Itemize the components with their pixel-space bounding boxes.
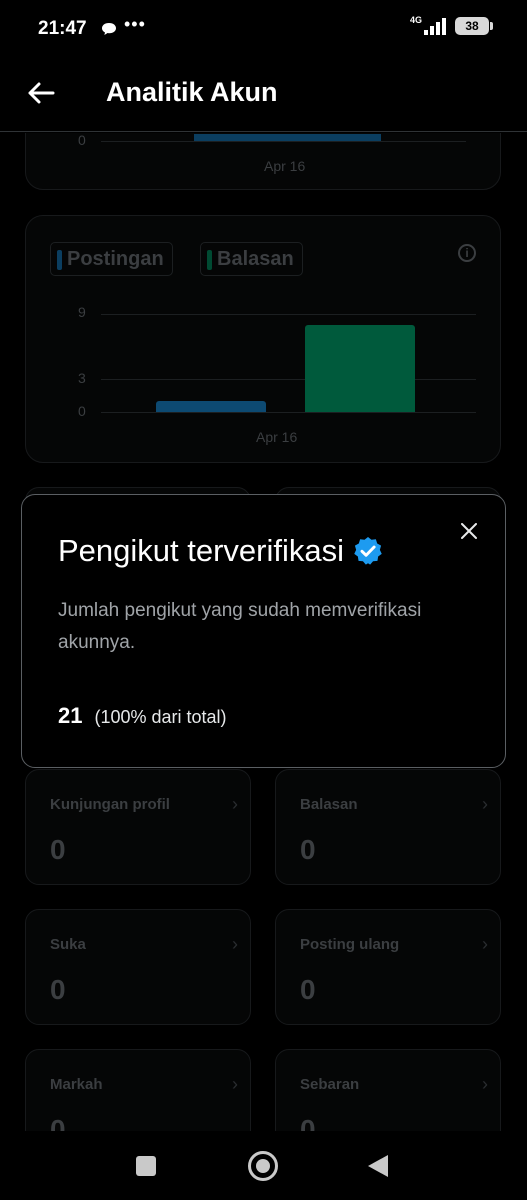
legend-swatch [207, 250, 212, 270]
dialog-title: Pengikut terverifikasi [58, 533, 345, 568]
metric-card-suka[interactable]: Suka › 0 [25, 909, 251, 1025]
signal-icon [424, 18, 446, 35]
verified-followers-stat: 21 (100% dari total) [58, 703, 227, 729]
info-icon[interactable]: i [458, 244, 476, 262]
metric-value: 0 [50, 834, 66, 865]
chart-bar [194, 134, 381, 141]
close-button[interactable] [457, 519, 481, 543]
y-tick-label: 0 [78, 403, 86, 419]
recents-icon[interactable] [136, 1156, 156, 1176]
y-tick-label: 0 [78, 133, 86, 148]
metric-label: Sebaran [300, 1076, 360, 1093]
arrow-left-icon [28, 82, 55, 104]
bar-balasan[interactable] [305, 324, 415, 412]
metric-card-sebaran[interactable]: Sebaran › 0 [275, 1049, 501, 1131]
dialog-title-row: Pengikut terverifikasi [58, 533, 384, 569]
back-button[interactable] [24, 76, 58, 110]
chevron-right-icon: › [482, 794, 488, 814]
bar-postingan[interactable] [156, 401, 266, 412]
legend-label: Balasan [217, 247, 294, 270]
gridline [101, 379, 476, 380]
gridline [101, 314, 476, 315]
y-tick-label: 9 [78, 304, 86, 320]
gridline [101, 141, 466, 142]
chevron-right-icon: › [232, 934, 238, 954]
legend-label: Postingan [67, 247, 164, 270]
back-triangle-icon[interactable] [368, 1155, 388, 1177]
chevron-right-icon: › [482, 934, 488, 954]
dialog-description: Jumlah pengikut yang sudah memverifikasi… [58, 600, 422, 653]
verified-followers-dialog: Pengikut terverifikasi Jumlah pengikut y… [21, 494, 506, 768]
verified-badge-icon [354, 537, 382, 565]
verified-followers-count: 21 [58, 703, 83, 728]
metric-value: 0 [50, 1114, 66, 1131]
metric-label: Kunjungan profil [50, 796, 170, 813]
metric-value: 0 [300, 834, 316, 865]
chevron-right-icon: › [232, 794, 238, 814]
chevron-right-icon: › [482, 1074, 488, 1094]
impressions-chart-card[interactable]: 0 Apr 16 [25, 133, 501, 190]
activity-chart-card[interactable]: Postingan Balasan i 9 3 0 Apr 16 [25, 215, 501, 463]
app-header: Analitik Akun [0, 60, 527, 132]
metric-value: 0 [50, 974, 66, 1005]
chevron-right-icon: › [232, 1074, 238, 1094]
metric-card-posting-ulang[interactable]: Posting ulang › 0 [275, 909, 501, 1025]
battery-indicator: 38 [455, 17, 493, 35]
gridline [101, 412, 476, 413]
metric-label: Markah [50, 1076, 103, 1093]
metric-card-markah[interactable]: Markah › 0 [25, 1049, 251, 1131]
legend-balasan[interactable]: Balasan [200, 242, 303, 276]
legend-swatch [57, 250, 62, 270]
home-icon[interactable] [248, 1151, 278, 1181]
x-tick-label: Apr 16 [256, 429, 298, 445]
x-tick-label: Apr 16 [264, 158, 306, 174]
chat-bubble-icon [102, 23, 116, 35]
metric-label: Balasan [300, 796, 358, 813]
status-bar: 21:47 ••• 4G 38 [0, 0, 527, 60]
metric-card-balasan[interactable]: Balasan › 0 [275, 769, 501, 885]
metric-label: Suka [50, 936, 86, 953]
metric-label: Posting ulang [300, 936, 400, 953]
more-notifications-icon: ••• [124, 14, 146, 34]
metric-value: 0 [300, 1114, 316, 1131]
system-nav-bar [0, 1131, 527, 1200]
status-time: 21:47 [38, 18, 87, 39]
network-type: 4G [409, 15, 422, 25]
metric-value: 0 [300, 974, 316, 1005]
metric-card-kunjungan-profil[interactable]: Kunjungan profil › 0 [25, 769, 251, 885]
legend-postingan[interactable]: Postingan [50, 242, 173, 276]
page-title: Analitik Akun [106, 77, 278, 107]
close-icon [461, 523, 477, 539]
verified-followers-share: (100% dari total) [94, 707, 227, 727]
y-tick-label: 3 [78, 370, 86, 386]
